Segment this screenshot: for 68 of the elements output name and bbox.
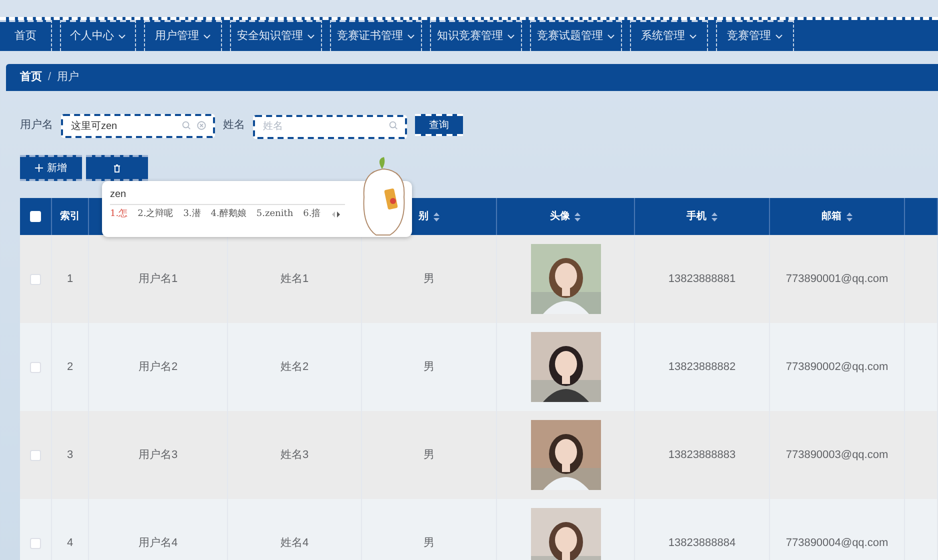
breadcrumb-separator: /	[48, 70, 52, 86]
table-cell-text: 男	[424, 272, 434, 287]
field-label: 用户名	[20, 118, 53, 133]
plus-icon	[35, 164, 43, 172]
nav-item[interactable]: 竞赛管理	[716, 20, 794, 51]
delete-button[interactable]	[86, 155, 148, 181]
nav-item[interactable]: 个人中心	[60, 20, 136, 51]
column-header: 头像	[550, 210, 570, 224]
table-cell-text: 用户名4	[138, 536, 178, 551]
field-label: 姓名	[223, 118, 245, 133]
table-cell-text: 姓名1	[280, 272, 309, 287]
table-cell-text: 773890002@qq.com	[786, 360, 888, 375]
breadcrumb-item[interactable]: 首页	[20, 69, 42, 86]
table-cell-text: 1	[66, 272, 74, 287]
table-cell-text: 用户名2	[138, 360, 178, 375]
nav-item[interactable]: 安全知识管理	[230, 20, 322, 51]
table-cell-text: 用户名3	[138, 448, 178, 463]
checkbox[interactable]	[30, 362, 41, 372]
checkbox[interactable]	[30, 274, 41, 284]
ime-candidate[interactable]: 5.zenith	[256, 208, 294, 222]
sort-icon[interactable]	[710, 212, 718, 222]
table-cell-text: 13823888881	[668, 272, 736, 287]
nav-item[interactable]: 系统管理	[630, 20, 708, 51]
sort-icon[interactable]	[432, 212, 440, 222]
column-header: 别	[418, 210, 428, 224]
table-cell-text: 13823888883	[668, 448, 736, 463]
nav-item[interactable]: 用户管理	[144, 20, 222, 51]
nav-item[interactable]: 竞赛证书管理	[330, 20, 422, 51]
table-cell-text: 男	[424, 536, 434, 551]
ime-candidate[interactable]: 4.醉鹅娘	[210, 208, 246, 222]
search-icon	[182, 120, 191, 130]
table-cell-text: 2	[66, 360, 74, 375]
checkbox[interactable]	[30, 450, 41, 460]
trash-icon	[113, 164, 121, 172]
table-cell-text: 13823888884	[668, 536, 736, 551]
table-cell-text: 773890003@qq.com	[786, 448, 888, 463]
search-button[interactable]: 查询	[415, 114, 463, 136]
checkbox[interactable]	[30, 538, 41, 548]
table-cell-text: 姓名3	[280, 448, 309, 463]
ime-candidate[interactable]: 1.怎	[110, 208, 128, 222]
nav-item[interactable]: 知识竞赛管理	[430, 20, 522, 51]
table-cell-text: 用户名1	[138, 272, 178, 287]
table-cell-text: 773890001@qq.com	[786, 272, 888, 287]
table-cell-text: 姓名2	[280, 360, 309, 375]
ime-candidate[interactable]: 6.揞	[303, 208, 321, 222]
column-header: 手机	[686, 210, 706, 224]
nav-item[interactable]: 首页	[0, 20, 52, 51]
sort-icon[interactable]	[846, 212, 852, 222]
nav-item[interactable]: 竞赛试题管理	[530, 20, 622, 51]
input-field[interactable]: 姓名	[253, 114, 407, 138]
ime-composition: zen	[110, 187, 345, 205]
table-cell-text: 773890004@qq.com	[786, 536, 888, 551]
page-arrows-icon[interactable]	[330, 211, 341, 218]
input-field[interactable]: 这里可zen	[61, 114, 215, 138]
breadcrumb-item: 用户	[57, 70, 80, 86]
column-header: 索引	[60, 210, 80, 224]
ime-candidate[interactable]: 3.潜	[183, 208, 201, 222]
add-button[interactable]: 新增	[20, 155, 82, 181]
column-header: 邮箱	[822, 210, 842, 224]
table-cell-text: 男	[424, 360, 434, 375]
table-cell-text: 姓名4	[280, 536, 309, 551]
search-icon	[389, 120, 398, 130]
ime-candidate[interactable]: 2.之辩呢	[138, 208, 174, 222]
sort-icon[interactable]	[574, 212, 581, 222]
table-cell-text: 13823888882	[668, 360, 736, 375]
table-cell-text: 男	[424, 448, 434, 463]
table-cell-text: 3	[66, 448, 74, 463]
table-cell-text: 4	[66, 536, 74, 551]
